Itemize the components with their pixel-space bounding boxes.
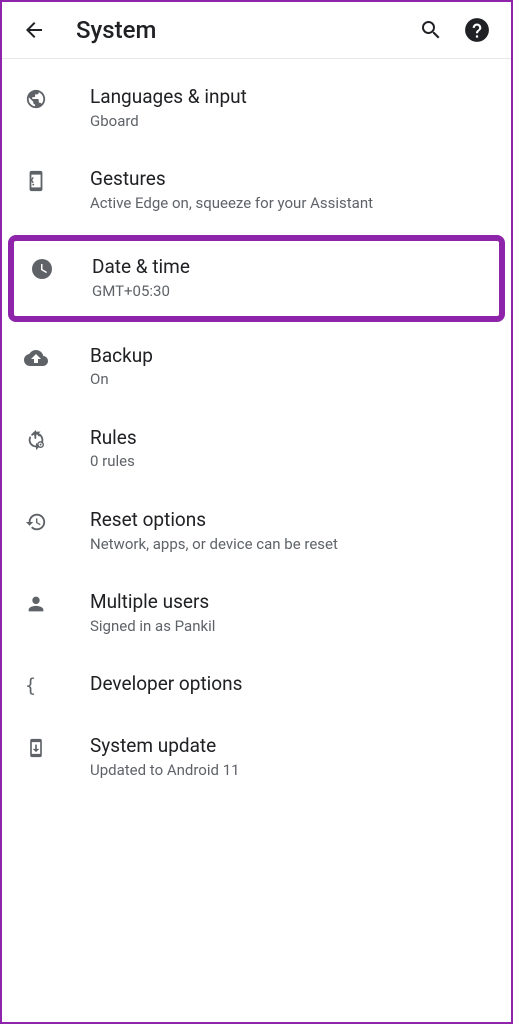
item-system-update[interactable]: System update Updated to Android 11: [2, 716, 511, 798]
item-title: Date & time: [92, 255, 483, 280]
item-reset-options[interactable]: Reset options Network, apps, or device c…: [2, 490, 511, 572]
search-icon[interactable]: [417, 16, 445, 44]
settings-list: Languages & input Gboard Gestures Active…: [2, 59, 511, 799]
item-title: Developer options: [90, 672, 489, 697]
globe-icon: [24, 87, 48, 111]
item-subtitle: GMT+05:30: [92, 282, 483, 302]
item-title: Rules: [90, 426, 489, 451]
page-title: System: [76, 16, 399, 44]
item-text: Languages & input Gboard: [90, 85, 489, 131]
item-text: Developer options: [90, 672, 489, 697]
braces-icon: { }: [24, 674, 48, 698]
item-text: Rules 0 rules: [90, 426, 489, 472]
item-title: Multiple users: [90, 590, 489, 615]
cloud-upload-icon: [24, 346, 48, 370]
item-title: Gestures: [90, 167, 489, 192]
item-text: Date & time GMT+05:30: [92, 255, 483, 301]
item-title: System update: [90, 734, 489, 759]
item-title: Languages & input: [90, 85, 489, 110]
back-icon[interactable]: [22, 18, 46, 42]
item-date-time[interactable]: Date & time GMT+05:30: [14, 241, 499, 315]
item-title: Reset options: [90, 508, 489, 533]
item-text: Reset options Network, apps, or device c…: [90, 508, 489, 554]
item-multiple-users[interactable]: Multiple users Signed in as Pankil: [2, 572, 511, 654]
item-rules[interactable]: Rules 0 rules: [2, 408, 511, 490]
item-subtitle: Network, apps, or device can be reset: [90, 535, 489, 555]
item-subtitle: Signed in as Pankil: [90, 617, 489, 637]
reset-icon: [24, 510, 48, 534]
item-text: Gestures Active Edge on, squeeze for you…: [90, 167, 489, 213]
item-text: Multiple users Signed in as Pankil: [90, 590, 489, 636]
item-subtitle: On: [90, 370, 489, 390]
item-subtitle: Gboard: [90, 112, 489, 132]
item-title: Backup: [90, 344, 489, 369]
help-icon[interactable]: [463, 16, 491, 44]
gestures-icon: [24, 169, 48, 193]
person-icon: [24, 592, 48, 616]
item-text: Backup On: [90, 344, 489, 390]
rules-icon: [24, 428, 48, 452]
item-subtitle: Updated to Android 11: [90, 761, 489, 781]
item-backup[interactable]: Backup On: [2, 326, 511, 408]
highlight-box: Date & time GMT+05:30: [8, 235, 505, 321]
header: System: [2, 2, 511, 59]
clock-icon: [30, 257, 54, 281]
item-gestures[interactable]: Gestures Active Edge on, squeeze for you…: [2, 149, 511, 231]
system-update-icon: [24, 736, 48, 760]
item-subtitle: Active Edge on, squeeze for your Assista…: [90, 194, 489, 214]
svg-text:{ }: { }: [25, 676, 47, 697]
item-text: System update Updated to Android 11: [90, 734, 489, 780]
item-languages-input[interactable]: Languages & input Gboard: [2, 67, 511, 149]
item-developer-options[interactable]: { } Developer options: [2, 654, 511, 716]
item-subtitle: 0 rules: [90, 452, 489, 472]
